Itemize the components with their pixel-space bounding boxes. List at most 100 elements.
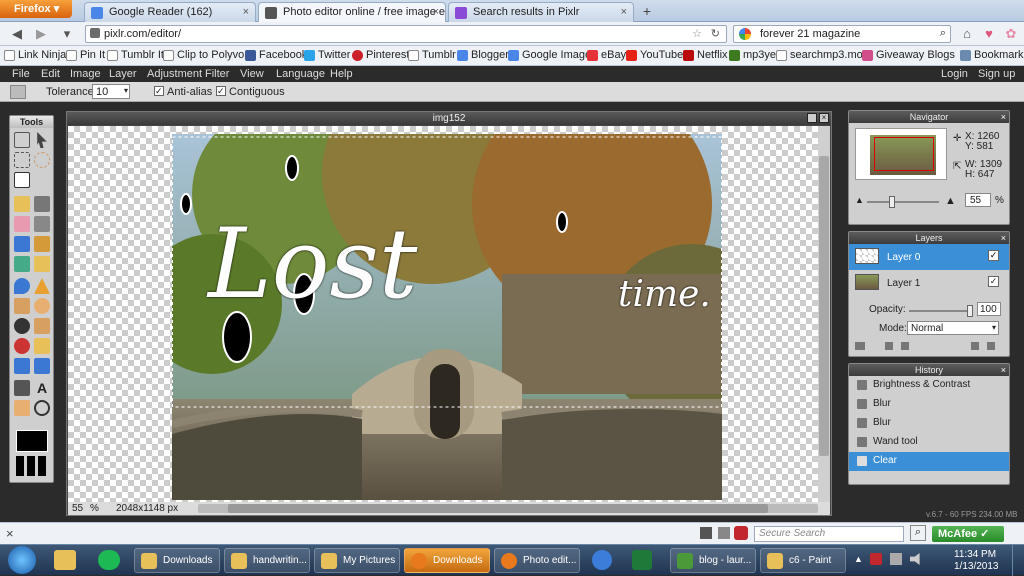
url-bar[interactable]: pixlr.com/editor/ ☆ ↻ — [85, 25, 727, 43]
bookmark-ebay[interactable]: eBay — [587, 49, 626, 61]
close-addon-bar-icon[interactable]: × — [6, 526, 14, 541]
volume-icon[interactable] — [910, 553, 920, 565]
trash-icon[interactable] — [987, 342, 995, 350]
bookmark-pin-it[interactable]: Pin It — [66, 49, 105, 61]
pinch-icon[interactable] — [34, 358, 50, 374]
scrollbar-thumb[interactable] — [228, 504, 768, 513]
gradient-icon[interactable] — [14, 236, 30, 252]
secure-search-input[interactable]: Secure Search — [754, 526, 904, 542]
tab-pixlr-search[interactable]: Search results in Pixlr × — [448, 2, 634, 22]
color-replace-icon[interactable] — [14, 256, 30, 272]
tab-google-reader[interactable]: Google Reader (162) × — [84, 2, 256, 22]
search-icon[interactable]: ⌕ — [910, 525, 926, 541]
zoom-out-icon[interactable]: ▲ — [855, 195, 864, 205]
move-icon[interactable] — [37, 132, 47, 148]
bookmark-facebook[interactable]: Facebook — [245, 49, 307, 61]
close-icon[interactable]: × — [243, 6, 249, 18]
tray-mcafee-icon[interactable] — [870, 553, 882, 565]
close-icon[interactable]: × — [1001, 364, 1006, 376]
taskbar-item-blog[interactable]: blog - laur... — [670, 548, 756, 573]
login-link[interactable]: Login — [941, 68, 968, 80]
canvas-area[interactable]: Lost time. — [68, 126, 818, 502]
menu-view[interactable]: View — [240, 68, 264, 80]
smudge-icon[interactable] — [14, 298, 30, 314]
navigator-thumbnail[interactable] — [855, 128, 947, 180]
zoom-slider-handle[interactable] — [889, 196, 895, 208]
bookmark-searchmp3[interactable]: searchmp3.mobi — [776, 49, 871, 61]
history-item[interactable]: Blur — [849, 414, 1009, 433]
clock-date[interactable]: 1/13/2013 — [954, 561, 999, 572]
sharpen-icon[interactable] — [34, 278, 50, 294]
burn-icon[interactable] — [34, 318, 50, 334]
menu-help[interactable]: Help — [330, 68, 353, 80]
layer-style-icon[interactable] — [901, 342, 909, 350]
menu-filter[interactable]: Filter — [205, 68, 229, 80]
history-item-selected[interactable]: Clear — [849, 452, 1009, 471]
taskbar-item-handwriting[interactable]: handwritin... — [224, 548, 310, 573]
layer-visibility-checkbox[interactable]: ✓ — [988, 250, 999, 261]
eraser-icon[interactable] — [14, 216, 30, 232]
taskbar-item-photo-editor[interactable]: Photo edit... — [494, 548, 580, 573]
addon-icon[interactable]: ✿ — [1002, 25, 1020, 43]
magic-wand-tool-icon[interactable] — [14, 172, 30, 188]
tolerance-input[interactable]: 10 ▾ — [92, 84, 130, 99]
bookmark-google-images[interactable]: Google Images — [508, 49, 597, 61]
horizontal-scrollbar[interactable] — [198, 504, 818, 513]
spotify-pinned-icon[interactable] — [98, 550, 120, 570]
history-item[interactable]: Blur — [849, 395, 1009, 414]
bookmark-blogger[interactable]: Blogger — [457, 49, 509, 61]
foreground-color-swatch[interactable] — [16, 430, 48, 452]
layer-row-1[interactable]: Layer 1 ✓ — [849, 270, 1009, 296]
history-dropdown-icon[interactable]: ▾ — [58, 25, 76, 43]
google-icon[interactable] — [739, 28, 751, 40]
clone-stamp-icon[interactable] — [34, 236, 50, 252]
lasso-icon[interactable] — [34, 152, 50, 168]
bookmark-mp3ye[interactable]: mp3ye — [729, 49, 776, 61]
explorer-pinned-icon[interactable] — [54, 550, 76, 570]
marquee-icon[interactable] — [14, 152, 30, 168]
mcafee-button[interactable]: McAfee ✓ — [932, 526, 1004, 542]
search-icon[interactable]: ⌕ — [940, 27, 946, 40]
stack-icon[interactable] — [700, 527, 712, 539]
maximize-icon[interactable] — [807, 113, 817, 123]
bookmarks-menu-button[interactable]: Bookmarks — [960, 49, 1024, 61]
layer-row-0[interactable]: Layer 0 ✓ — [849, 244, 1009, 270]
pencil-icon[interactable] — [14, 196, 30, 212]
zoom-value[interactable]: 55 — [72, 503, 83, 514]
show-hidden-icons[interactable]: ▲ — [854, 554, 863, 564]
taskbar-item-my-pictures[interactable]: My Pictures — [314, 548, 400, 573]
close-icon[interactable]: × — [433, 6, 439, 18]
new-tab-button[interactable]: + — [637, 3, 657, 21]
antialias-checkbox[interactable]: ✓ — [154, 86, 164, 96]
search-bar[interactable]: forever 21 magazine ⌕ — [733, 25, 951, 43]
clock-time[interactable]: 11:34 PM — [954, 549, 996, 560]
taskbar-item-downloads-folder[interactable]: Downloads — [134, 548, 220, 573]
reload-icon[interactable]: ↻ — [711, 27, 720, 40]
signup-link[interactable]: Sign up — [978, 68, 1015, 80]
taskbar-item-paint[interactable]: c6 - Paint — [760, 548, 846, 573]
blend-mode-select[interactable]: Normal ▾ — [907, 321, 999, 335]
paint-bucket-icon[interactable] — [34, 216, 50, 232]
bookmark-clip-to-polyvore[interactable]: Clip to Polyvore — [163, 49, 254, 61]
color-picker-icon[interactable] — [14, 380, 30, 396]
close-icon[interactable]: × — [1001, 232, 1006, 244]
close-icon[interactable]: × — [621, 6, 627, 18]
history-item[interactable]: Brightness & Contrast — [849, 376, 1009, 395]
color-grid-icon[interactable] — [16, 456, 48, 476]
heart-icon[interactable]: ♥ — [980, 25, 998, 43]
menu-layer[interactable]: Layer — [109, 68, 137, 80]
bookmark-tumblr[interactable]: Tumblr — [408, 49, 456, 61]
opacity-slider-handle[interactable] — [967, 305, 973, 317]
crop-icon[interactable] — [14, 132, 30, 148]
opacity-input[interactable]: 100 — [977, 302, 1001, 316]
scrollbar-thumb[interactable] — [819, 156, 829, 456]
bookmark-twitter[interactable]: Twitter — [304, 49, 350, 61]
red-eye-icon[interactable] — [14, 338, 30, 354]
navigator-zoom-input[interactable]: 55 — [965, 193, 991, 207]
tray-network-icon[interactable] — [890, 553, 902, 565]
bookmark-youtube[interactable]: YouTube — [626, 49, 683, 61]
excel-icon[interactable] — [632, 550, 652, 570]
bookmark-netflix[interactable]: Netflix — [683, 49, 728, 61]
taskbar-item-firefox-downloads[interactable]: Downloads — [404, 548, 490, 573]
close-icon[interactable]: × — [1001, 111, 1006, 123]
